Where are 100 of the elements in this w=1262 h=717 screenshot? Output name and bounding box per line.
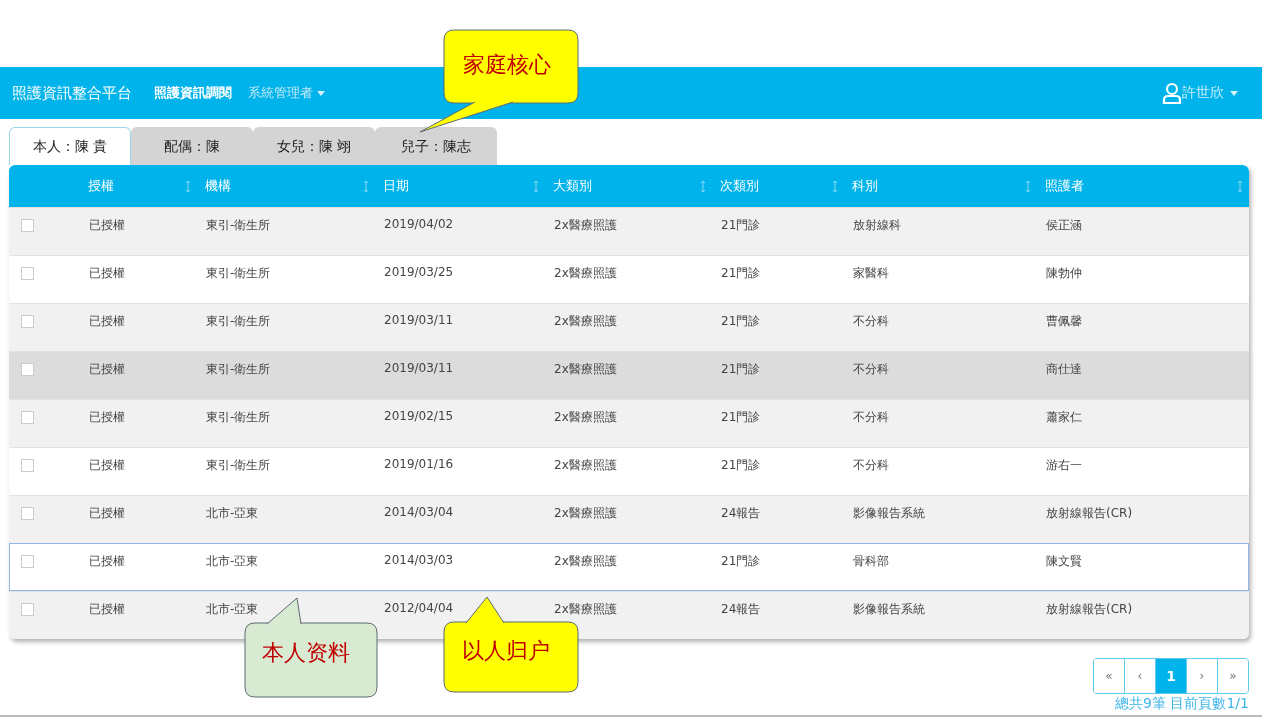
table-cell: 東引-衛生所 bbox=[206, 410, 271, 424]
table-cell: 放射線科 bbox=[853, 218, 901, 232]
table-cell: 已授權 bbox=[89, 314, 125, 328]
table-cell: 已授權 bbox=[89, 410, 125, 424]
table-row[interactable]: 已授權 東引-衛生所 2019/03/11 2x醫療照護 21門診 不分科 商仕達 bbox=[9, 351, 1249, 399]
table-cell: 不分科 bbox=[853, 362, 889, 376]
table-cell: 2019/02/15 bbox=[384, 409, 454, 423]
table-cell: 2x醫療照護 bbox=[554, 314, 617, 328]
table-cell: 已授權 bbox=[89, 506, 125, 520]
page-button[interactable]: » bbox=[1217, 659, 1248, 693]
callout-text: 家庭核心 bbox=[463, 51, 551, 79]
table-cell: 已授權 bbox=[89, 266, 125, 280]
table-cell: 21門診 bbox=[721, 362, 761, 376]
table-row[interactable]: 已授權 北市-亞東 2012/04/04 2x醫療照護 24報告 影像報告系統 放射線報告(CR) bbox=[9, 591, 1249, 639]
table-cell: 21門診 bbox=[721, 314, 761, 328]
caret-icon bbox=[317, 90, 325, 96]
table-cell: 2x醫療照護 bbox=[554, 458, 617, 472]
table-cell: 已授權 bbox=[89, 362, 125, 376]
table-cell: 放射線報告(CR) bbox=[1046, 506, 1133, 520]
table-cell: 21門診 bbox=[721, 554, 761, 568]
table-cell: 已授權 bbox=[89, 602, 125, 616]
table-cell: 東引-衛生所 bbox=[206, 218, 271, 232]
table-cell: 東引-衛生所 bbox=[206, 362, 271, 376]
caret-icon bbox=[1230, 90, 1238, 96]
table-cell: 2019/03/25 bbox=[384, 265, 454, 279]
table-cell: 游右一 bbox=[1046, 458, 1082, 472]
table-cell: 北市-亞東 bbox=[206, 602, 259, 616]
table-cell: 不分科 bbox=[853, 410, 889, 424]
table-cell: 2x醫療照護 bbox=[554, 266, 617, 280]
table-cell: 曹佩馨 bbox=[1046, 314, 1082, 328]
table-cell: 已授權 bbox=[89, 458, 125, 472]
row-checkbox[interactable] bbox=[21, 555, 34, 568]
sort-icon bbox=[832, 179, 838, 193]
record-summary: 總共9筆 目前頁數1/1 bbox=[1115, 695, 1249, 713]
row-checkbox[interactable] bbox=[21, 219, 34, 232]
table-cell: 2014/03/03 bbox=[384, 553, 454, 567]
table-cell: 影像報告系統 bbox=[853, 506, 925, 520]
table-cell: 不分科 bbox=[853, 458, 889, 472]
table-cell: 2019/01/16 bbox=[384, 457, 454, 471]
table-cell: 蕭家仁 bbox=[1046, 410, 1082, 424]
row-checkbox[interactable] bbox=[21, 459, 34, 472]
table-cell: 北市-亞東 bbox=[206, 506, 259, 520]
family-tab[interactable]: 女兒：陳 翊 bbox=[253, 127, 375, 165]
table-row[interactable]: 已授權 東引-衛生所 2019/03/25 2x醫療照護 21門診 家醫科 陳勃仲 bbox=[9, 255, 1249, 303]
table-cell: 東引-衛生所 bbox=[206, 314, 271, 328]
table-row[interactable]: 已授權 東引-衛生所 2019/01/16 2x醫療照護 21門診 不分科 游右一 bbox=[9, 447, 1249, 495]
table-cell: 21門診 bbox=[721, 218, 761, 232]
table-cell: 陳勃仲 bbox=[1046, 266, 1082, 280]
sort-icon bbox=[185, 179, 191, 193]
family-tab[interactable]: 兒子：陳志 bbox=[375, 127, 497, 165]
table-row[interactable]: 已授權 東引-衛生所 2019/03/11 2x醫療照護 21門診 不分科 曹佩馨 bbox=[9, 303, 1249, 351]
sort-icon bbox=[700, 179, 706, 193]
row-checkbox[interactable] bbox=[21, 507, 34, 520]
table-cell: 2012/04/04 bbox=[384, 601, 454, 615]
table-cell: 2x醫療照護 bbox=[554, 218, 617, 232]
table-cell: 骨科部 bbox=[853, 554, 889, 568]
sort-icon bbox=[533, 179, 539, 193]
callout-text: 本人资料 bbox=[262, 639, 350, 667]
table-cell: 2019/03/11 bbox=[384, 361, 454, 375]
table-cell: 放射線報告(CR) bbox=[1046, 602, 1133, 616]
table-cell: 東引-衛生所 bbox=[206, 458, 271, 472]
table-row[interactable]: 已授權 東引-衛生所 2019/02/15 2x醫療照護 21門診 不分科 蕭家仁 bbox=[9, 399, 1249, 447]
table-cell: 影像報告系統 bbox=[853, 602, 925, 616]
table-cell: 2019/03/11 bbox=[384, 313, 454, 327]
table-row[interactable]: 已授權 北市-亞東 2014/03/03 2x醫療照護 21門診 骨科部 陳文賢 bbox=[9, 543, 1249, 591]
row-checkbox[interactable] bbox=[21, 411, 34, 424]
table-cell: 家醫科 bbox=[853, 266, 889, 280]
table-cell: 陳文賢 bbox=[1046, 554, 1082, 568]
table-row[interactable]: 已授權 東引-衛生所 2019/04/02 2x醫療照護 21門診 放射線科 侯正涵 bbox=[9, 207, 1249, 255]
row-checkbox[interactable] bbox=[21, 315, 34, 328]
table-cell: 2019/04/02 bbox=[384, 217, 454, 231]
table-cell: 北市-亞東 bbox=[206, 554, 259, 568]
table-cell: 2014/03/04 bbox=[384, 505, 454, 519]
table-cell: 24報告 bbox=[721, 506, 761, 520]
table-cell: 東引-衛生所 bbox=[206, 266, 271, 280]
family-tab[interactable]: 本人：陳 貴 bbox=[9, 127, 131, 165]
table-cell: 商仕達 bbox=[1046, 362, 1082, 376]
table-cell: 2x醫療照護 bbox=[554, 506, 617, 520]
sort-icon bbox=[1237, 179, 1243, 193]
table-cell: 侯正涵 bbox=[1046, 218, 1082, 232]
sort-icon bbox=[363, 179, 369, 193]
table-row[interactable]: 已授權 北市-亞東 2014/03/04 2x醫療照護 24報告 影像報告系統 放射線報告(CR) bbox=[9, 495, 1249, 543]
user-icon[interactable] bbox=[1162, 82, 1182, 104]
family-tab[interactable]: 配偶：陳 bbox=[131, 127, 253, 165]
table-cell: 2x醫療照護 bbox=[554, 410, 617, 424]
table-cell: 21門診 bbox=[721, 458, 761, 472]
row-checkbox[interactable] bbox=[21, 267, 34, 280]
table-cell: 2x醫療照護 bbox=[554, 554, 617, 568]
table-cell: 2x醫療照護 bbox=[554, 362, 617, 376]
sort-icon bbox=[1025, 179, 1031, 193]
table-cell: 21門診 bbox=[721, 410, 761, 424]
table-cell: 已授權 bbox=[89, 218, 125, 232]
row-checkbox[interactable] bbox=[21, 603, 34, 616]
table-cell: 21門診 bbox=[721, 266, 761, 280]
callout-text: 以人归户 bbox=[462, 637, 550, 665]
table-cell: 2x醫療照護 bbox=[554, 602, 617, 616]
table-cell: 已授權 bbox=[89, 554, 125, 568]
row-checkbox[interactable] bbox=[21, 363, 34, 376]
table-cell: 24報告 bbox=[721, 602, 761, 616]
table-cell: 不分科 bbox=[853, 314, 889, 328]
